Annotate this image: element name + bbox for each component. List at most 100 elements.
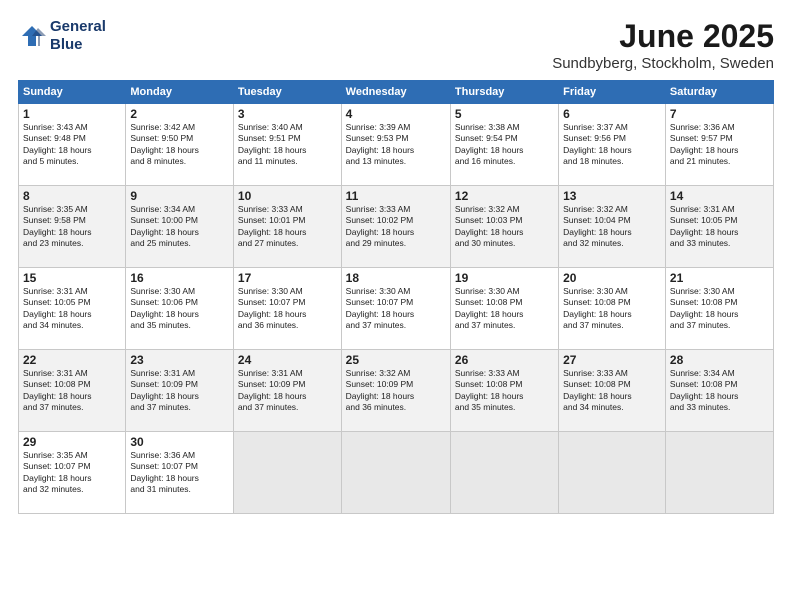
day-number: 22 [23, 353, 121, 367]
day-cell: 29Sunrise: 3:35 AM Sunset: 10:07 PM Dayl… [19, 432, 126, 514]
day-number: 26 [455, 353, 554, 367]
day-cell: 12Sunrise: 3:32 AM Sunset: 10:03 PM Dayl… [450, 186, 558, 268]
day-info: Sunrise: 3:31 AM Sunset: 10:05 PM Daylig… [670, 204, 769, 250]
day-info: Sunrise: 3:33 AM Sunset: 10:08 PM Daylig… [455, 368, 554, 414]
day-info: Sunrise: 3:36 AM Sunset: 9:57 PM Dayligh… [670, 122, 769, 168]
day-cell: 18Sunrise: 3:30 AM Sunset: 10:07 PM Dayl… [341, 268, 450, 350]
page: General Blue June 2025 Sundbyberg, Stock… [0, 0, 792, 612]
day-info: Sunrise: 3:33 AM Sunset: 10:02 PM Daylig… [346, 204, 446, 250]
day-info: Sunrise: 3:31 AM Sunset: 10:09 PM Daylig… [238, 368, 337, 414]
day-cell: 7Sunrise: 3:36 AM Sunset: 9:57 PM Daylig… [665, 104, 773, 186]
col-header-friday: Friday [559, 81, 666, 104]
day-cell [233, 432, 341, 514]
day-number: 8 [23, 189, 121, 203]
day-info: Sunrise: 3:36 AM Sunset: 10:07 PM Daylig… [130, 450, 229, 496]
day-number: 12 [455, 189, 554, 203]
day-cell: 25Sunrise: 3:32 AM Sunset: 10:09 PM Dayl… [341, 350, 450, 432]
day-cell: 11Sunrise: 3:33 AM Sunset: 10:02 PM Dayl… [341, 186, 450, 268]
col-header-wednesday: Wednesday [341, 81, 450, 104]
day-number: 13 [563, 189, 661, 203]
day-info: Sunrise: 3:30 AM Sunset: 10:08 PM Daylig… [455, 286, 554, 332]
day-number: 5 [455, 107, 554, 121]
day-info: Sunrise: 3:35 AM Sunset: 9:58 PM Dayligh… [23, 204, 121, 250]
day-cell: 20Sunrise: 3:30 AM Sunset: 10:08 PM Dayl… [559, 268, 666, 350]
logo: General Blue [18, 18, 106, 54]
day-cell: 16Sunrise: 3:30 AM Sunset: 10:06 PM Dayl… [126, 268, 234, 350]
day-number: 11 [346, 189, 446, 203]
day-info: Sunrise: 3:34 AM Sunset: 10:08 PM Daylig… [670, 368, 769, 414]
day-info: Sunrise: 3:31 AM Sunset: 10:09 PM Daylig… [130, 368, 229, 414]
col-header-monday: Monday [126, 81, 234, 104]
day-info: Sunrise: 3:31 AM Sunset: 10:08 PM Daylig… [23, 368, 121, 414]
day-cell [559, 432, 666, 514]
day-number: 3 [238, 107, 337, 121]
day-cell: 6Sunrise: 3:37 AM Sunset: 9:56 PM Daylig… [559, 104, 666, 186]
day-info: Sunrise: 3:37 AM Sunset: 9:56 PM Dayligh… [563, 122, 661, 168]
day-number: 16 [130, 271, 229, 285]
day-cell: 8Sunrise: 3:35 AM Sunset: 9:58 PM Daylig… [19, 186, 126, 268]
day-cell: 15Sunrise: 3:31 AM Sunset: 10:05 PM Dayl… [19, 268, 126, 350]
day-info: Sunrise: 3:34 AM Sunset: 10:00 PM Daylig… [130, 204, 229, 250]
day-number: 17 [238, 271, 337, 285]
day-info: Sunrise: 3:30 AM Sunset: 10:08 PM Daylig… [670, 286, 769, 332]
title-month: June 2025 [552, 18, 774, 55]
title-location: Sundbyberg, Stockholm, Sweden [552, 55, 774, 72]
day-info: Sunrise: 3:31 AM Sunset: 10:05 PM Daylig… [23, 286, 121, 332]
day-info: Sunrise: 3:35 AM Sunset: 10:07 PM Daylig… [23, 450, 121, 496]
week-row-1: 1Sunrise: 3:43 AM Sunset: 9:48 PM Daylig… [19, 104, 774, 186]
day-number: 27 [563, 353, 661, 367]
title-block: June 2025 Sundbyberg, Stockholm, Sweden [552, 18, 774, 72]
day-cell: 26Sunrise: 3:33 AM Sunset: 10:08 PM Dayl… [450, 350, 558, 432]
day-cell: 13Sunrise: 3:32 AM Sunset: 10:04 PM Dayl… [559, 186, 666, 268]
day-number: 19 [455, 271, 554, 285]
day-info: Sunrise: 3:33 AM Sunset: 10:08 PM Daylig… [563, 368, 661, 414]
day-cell: 22Sunrise: 3:31 AM Sunset: 10:08 PM Dayl… [19, 350, 126, 432]
day-cell: 2Sunrise: 3:42 AM Sunset: 9:50 PM Daylig… [126, 104, 234, 186]
day-info: Sunrise: 3:30 AM Sunset: 10:07 PM Daylig… [238, 286, 337, 332]
day-number: 20 [563, 271, 661, 285]
day-info: Sunrise: 3:32 AM Sunset: 10:03 PM Daylig… [455, 204, 554, 250]
day-cell: 9Sunrise: 3:34 AM Sunset: 10:00 PM Dayli… [126, 186, 234, 268]
day-number: 21 [670, 271, 769, 285]
col-header-saturday: Saturday [665, 81, 773, 104]
day-cell: 10Sunrise: 3:33 AM Sunset: 10:01 PM Dayl… [233, 186, 341, 268]
logo-text: General Blue [50, 18, 106, 54]
day-number: 29 [23, 435, 121, 449]
day-cell: 27Sunrise: 3:33 AM Sunset: 10:08 PM Dayl… [559, 350, 666, 432]
day-info: Sunrise: 3:40 AM Sunset: 9:51 PM Dayligh… [238, 122, 337, 168]
day-number: 7 [670, 107, 769, 121]
calendar-table: SundayMondayTuesdayWednesdayThursdayFrid… [18, 80, 774, 514]
day-cell: 1Sunrise: 3:43 AM Sunset: 9:48 PM Daylig… [19, 104, 126, 186]
day-number: 15 [23, 271, 121, 285]
week-row-5: 29Sunrise: 3:35 AM Sunset: 10:07 PM Dayl… [19, 432, 774, 514]
day-number: 18 [346, 271, 446, 285]
day-cell: 3Sunrise: 3:40 AM Sunset: 9:51 PM Daylig… [233, 104, 341, 186]
header-row: SundayMondayTuesdayWednesdayThursdayFrid… [19, 81, 774, 104]
day-cell: 4Sunrise: 3:39 AM Sunset: 9:53 PM Daylig… [341, 104, 450, 186]
day-number: 9 [130, 189, 229, 203]
day-info: Sunrise: 3:39 AM Sunset: 9:53 PM Dayligh… [346, 122, 446, 168]
day-info: Sunrise: 3:38 AM Sunset: 9:54 PM Dayligh… [455, 122, 554, 168]
day-cell: 24Sunrise: 3:31 AM Sunset: 10:09 PM Dayl… [233, 350, 341, 432]
day-cell: 21Sunrise: 3:30 AM Sunset: 10:08 PM Dayl… [665, 268, 773, 350]
day-cell: 14Sunrise: 3:31 AM Sunset: 10:05 PM Dayl… [665, 186, 773, 268]
day-info: Sunrise: 3:32 AM Sunset: 10:09 PM Daylig… [346, 368, 446, 414]
day-info: Sunrise: 3:33 AM Sunset: 10:01 PM Daylig… [238, 204, 337, 250]
day-cell: 5Sunrise: 3:38 AM Sunset: 9:54 PM Daylig… [450, 104, 558, 186]
day-number: 6 [563, 107, 661, 121]
day-cell [341, 432, 450, 514]
day-number: 28 [670, 353, 769, 367]
col-header-thursday: Thursday [450, 81, 558, 104]
week-row-3: 15Sunrise: 3:31 AM Sunset: 10:05 PM Dayl… [19, 268, 774, 350]
day-cell: 17Sunrise: 3:30 AM Sunset: 10:07 PM Dayl… [233, 268, 341, 350]
week-row-4: 22Sunrise: 3:31 AM Sunset: 10:08 PM Dayl… [19, 350, 774, 432]
day-number: 2 [130, 107, 229, 121]
day-cell: 28Sunrise: 3:34 AM Sunset: 10:08 PM Dayl… [665, 350, 773, 432]
day-cell: 30Sunrise: 3:36 AM Sunset: 10:07 PM Dayl… [126, 432, 234, 514]
day-cell: 23Sunrise: 3:31 AM Sunset: 10:09 PM Dayl… [126, 350, 234, 432]
day-info: Sunrise: 3:42 AM Sunset: 9:50 PM Dayligh… [130, 122, 229, 168]
day-cell [665, 432, 773, 514]
day-number: 24 [238, 353, 337, 367]
col-header-tuesday: Tuesday [233, 81, 341, 104]
day-info: Sunrise: 3:43 AM Sunset: 9:48 PM Dayligh… [23, 122, 121, 168]
